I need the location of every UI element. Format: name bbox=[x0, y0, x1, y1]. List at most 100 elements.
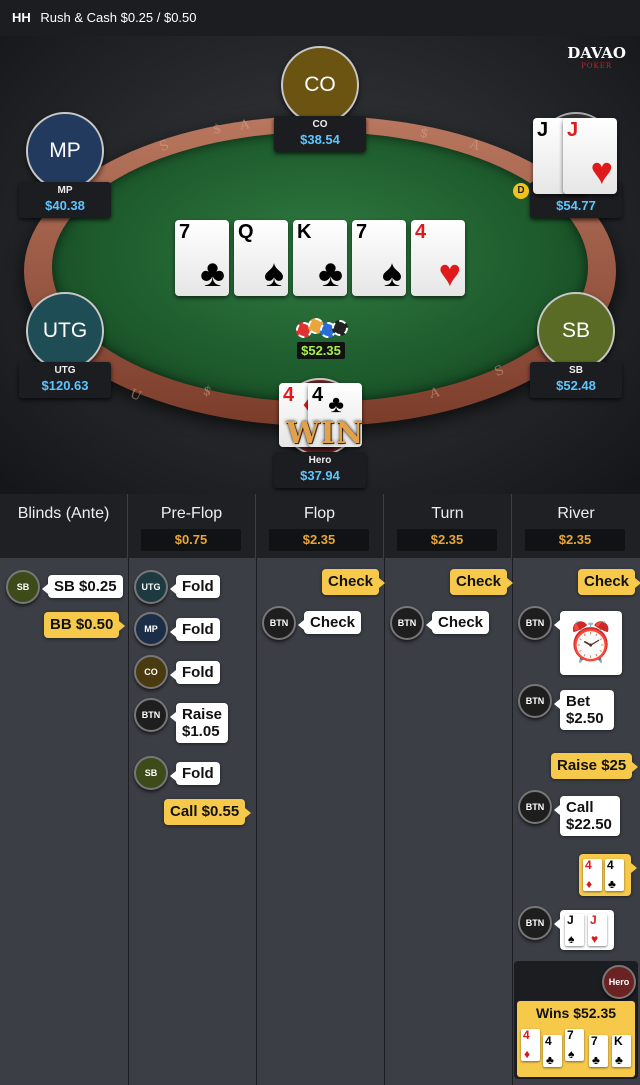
final-hand-card: K ♣ bbox=[612, 1035, 631, 1067]
game-title: Rush & Cash $0.25 / $0.50 bbox=[40, 10, 197, 25]
avatar[interactable]: MP bbox=[26, 112, 104, 190]
shown-card: J ♠ bbox=[565, 914, 584, 946]
player-badge: SB bbox=[6, 570, 40, 604]
alarm-clock-icon: ⏰ bbox=[554, 611, 622, 675]
hero-action: Check bbox=[322, 569, 386, 595]
street-pot: $2.35 bbox=[397, 529, 497, 551]
column-divider bbox=[256, 558, 257, 1085]
shown-card: 4 ♦ bbox=[583, 859, 602, 891]
street-pot: $0.75 bbox=[141, 529, 241, 551]
winner-summary: Hero Wins $52.35 4 ♦ 4 ♣ 7 ♠ 7 ♣ K ♣ bbox=[514, 961, 638, 1079]
player-stack: $52.48 bbox=[556, 378, 596, 393]
seat-plate: SB $52.48 bbox=[530, 362, 622, 398]
player-name: UTG bbox=[54, 365, 76, 376]
final-hand-card: 4 ♣ bbox=[543, 1035, 562, 1067]
board-card-1: 7 ♣ bbox=[175, 220, 229, 296]
final-hand-card: 7 ♠ bbox=[565, 1029, 584, 1061]
action-bubble: Fold bbox=[170, 762, 220, 785]
player-badge: CO bbox=[134, 655, 168, 689]
board-card-4: 7 ♠ bbox=[352, 220, 406, 296]
pot-display: $52.35 bbox=[294, 316, 348, 360]
avatar[interactable]: UTG bbox=[26, 292, 104, 370]
player-badge: BTN bbox=[518, 906, 552, 940]
seat-plate: UTG $120.63 bbox=[19, 362, 111, 398]
hero-shown-cards: 4 ♦ 4 ♣ bbox=[579, 854, 637, 896]
column-divider bbox=[384, 558, 385, 1085]
player-badge: SB bbox=[134, 756, 168, 790]
player-stack: $38.54 bbox=[300, 132, 340, 147]
action-bubble: Fold bbox=[170, 575, 220, 598]
player-badge: BTN bbox=[518, 606, 552, 640]
hero-action: Check bbox=[450, 569, 514, 595]
seat-sb[interactable]: SB SB $52.48 bbox=[528, 292, 624, 398]
title-bar: HH Rush & Cash $0.25 / $0.50 bbox=[0, 0, 640, 36]
player-badge: BTN bbox=[262, 606, 296, 640]
column-blinds: Blinds (Ante) bbox=[0, 494, 128, 558]
player-badge: BTN bbox=[518, 790, 552, 824]
chip bbox=[332, 320, 348, 336]
board-card-3: K ♣ bbox=[293, 220, 347, 296]
chip-stack-icon bbox=[294, 316, 348, 342]
seat-co[interactable]: CO CO $38.54 bbox=[272, 46, 368, 152]
poker-table-area: S $ A $ A U $ A S DAVAO POKER CO CO $38.… bbox=[0, 36, 640, 494]
hand-history-panel: Blinds (Ante) Pre-Flop $0.75 Flop $2.35 … bbox=[0, 494, 640, 1085]
avatar[interactable]: SB bbox=[537, 292, 615, 370]
player-badge: MP bbox=[134, 612, 168, 646]
action-bubble: Check bbox=[425, 611, 490, 634]
rail-letter: A bbox=[239, 117, 251, 134]
player-badge: BTN bbox=[518, 684, 552, 718]
action-bubble: Raise $1.05 bbox=[170, 703, 228, 743]
hero-action: Call $0.55 bbox=[164, 799, 252, 825]
seat-plate: MP $40.38 bbox=[19, 182, 111, 218]
btn-shown-cards: J ♠ J ♥ bbox=[554, 910, 614, 950]
column-river: River $2.35 bbox=[512, 494, 640, 558]
column-turn: Turn $2.35 bbox=[384, 494, 512, 558]
dealer-button: D bbox=[513, 183, 529, 199]
action-bubble: Check bbox=[297, 611, 362, 634]
player-stack: $40.38 bbox=[45, 198, 85, 213]
column-flop: Flop $2.35 bbox=[256, 494, 384, 558]
action-bubble: Fold bbox=[170, 618, 220, 641]
player-stack: $120.63 bbox=[41, 378, 89, 393]
seat-mp[interactable]: MP MP $40.38 bbox=[17, 112, 113, 218]
action-bubble: Bet $2.50 bbox=[554, 690, 614, 730]
hero-action: Check bbox=[578, 569, 640, 595]
action-bubble: Fold bbox=[170, 661, 220, 684]
pot-amount: $52.35 bbox=[297, 342, 345, 359]
column-preflop: Pre-Flop $0.75 bbox=[128, 494, 256, 558]
player-stack: $37.94 bbox=[300, 468, 340, 483]
avatar[interactable]: CO bbox=[281, 46, 359, 124]
winnings-text: Wins $52.35 bbox=[535, 1005, 617, 1021]
player-name: CO bbox=[312, 119, 328, 130]
player-badge: BTN bbox=[134, 698, 168, 732]
column-divider bbox=[512, 558, 513, 1085]
seat-utg[interactable]: UTG UTG $120.63 bbox=[17, 292, 113, 398]
davao-poker-logo: DAVAO POKER bbox=[567, 44, 626, 70]
shown-card: 4 ♣ bbox=[605, 859, 624, 891]
hero-action: BB $0.50 bbox=[44, 612, 126, 638]
hero-action: Raise $25 bbox=[551, 753, 639, 779]
player-name: SB bbox=[569, 365, 583, 376]
player-badge: BTN bbox=[390, 606, 424, 640]
seat-plate: Hero $37.94 bbox=[274, 452, 366, 488]
winner-panel: Wins $52.35 4 ♦ 4 ♣ 7 ♠ 7 ♣ K ♣ bbox=[517, 1001, 635, 1077]
board-card-5: 4 ♥ bbox=[411, 220, 465, 296]
street-pot: $2.35 bbox=[525, 529, 625, 551]
final-hand-card: 4 ♦ bbox=[521, 1029, 540, 1061]
street-header: Blinds (Ante) Pre-Flop $0.75 Flop $2.35 … bbox=[0, 494, 640, 558]
player-badge: UTG bbox=[134, 570, 168, 604]
player-name: Hero bbox=[308, 455, 332, 466]
shown-card: J ♥ bbox=[588, 914, 607, 946]
game-code: HH bbox=[12, 10, 31, 25]
action-bubble: SB $0.25 bbox=[42, 575, 123, 598]
seat-plate: CO $38.54 bbox=[274, 116, 366, 152]
board-card-2: Q ♠ bbox=[234, 220, 288, 296]
column-divider bbox=[128, 558, 129, 1085]
btn-hole-card-2: J ♥ bbox=[563, 118, 617, 194]
player-badge: Hero bbox=[602, 965, 636, 999]
final-hand-card: 7 ♣ bbox=[589, 1035, 608, 1067]
win-banner: WIN bbox=[286, 416, 365, 451]
action-bubble: Call $22.50 bbox=[554, 796, 620, 836]
player-name: MP bbox=[57, 185, 73, 196]
player-stack: $54.77 bbox=[556, 198, 596, 213]
